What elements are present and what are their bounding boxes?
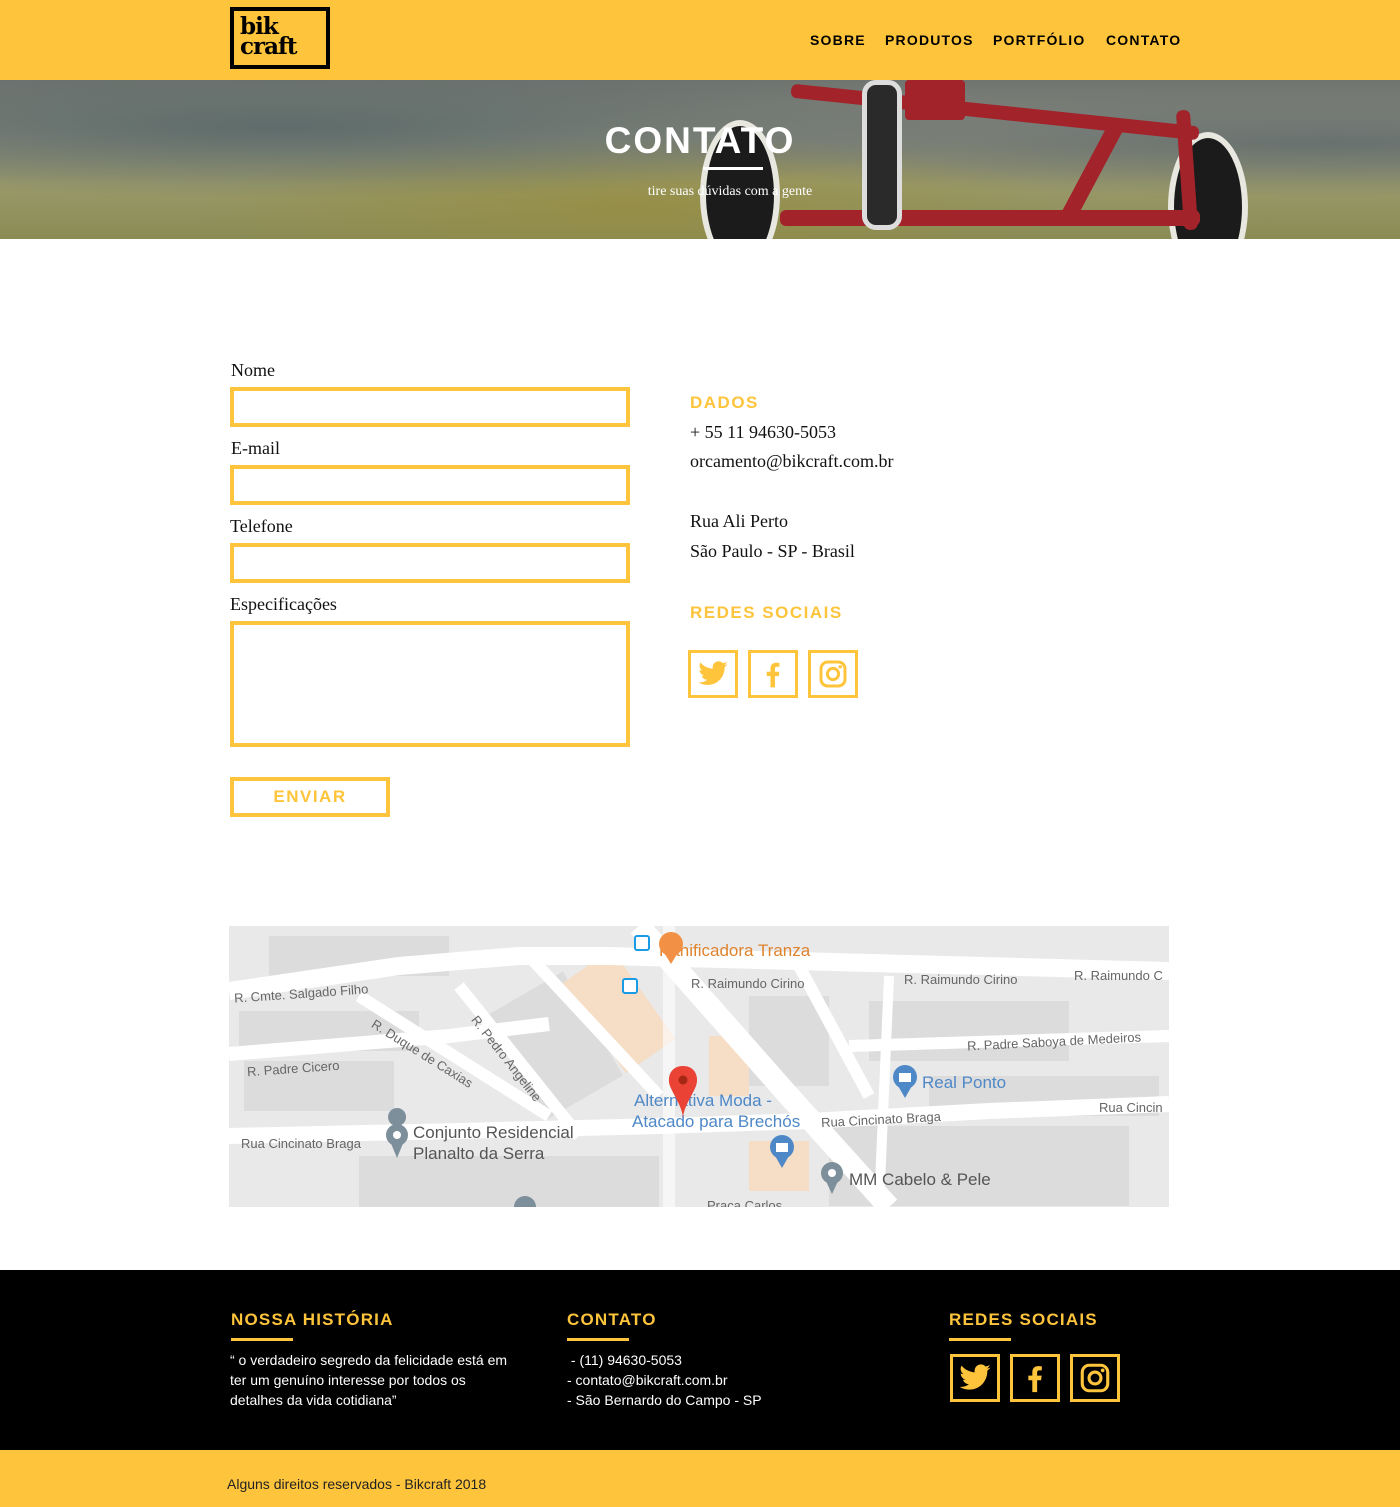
nav-portfolio[interactable]: PORTFÓLIO <box>993 32 1085 48</box>
page-title: CONTATO <box>604 120 796 161</box>
email-input[interactable] <box>230 465 630 505</box>
title-underline <box>703 167 763 170</box>
footer-twitter-link[interactable] <box>950 1354 1000 1402</box>
location-map[interactable]: Panificadora Tranza Alternativa Moda - A… <box>229 926 1169 1207</box>
footer-contact-phone: - (11) 94630-5053 <box>567 1352 682 1368</box>
nav-produtos[interactable]: PRODUTOS <box>885 32 974 48</box>
footer-instagram-link[interactable] <box>1070 1354 1120 1402</box>
tricycle-seat-post <box>905 80 965 120</box>
tricycle-step-bar <box>780 210 1200 226</box>
phone-label: Telefone <box>230 516 293 536</box>
nav-contato[interactable]: CONTATO <box>1106 32 1181 48</box>
footer-contact-underline <box>567 1338 629 1341</box>
page-subtitle: tire suas dúvidas com a gente <box>647 184 813 199</box>
spec-label: Especificações <box>230 594 337 614</box>
dados-heading: DADOS <box>690 393 759 412</box>
map-shopping-pin-icon <box>893 1065 917 1098</box>
twitter-link[interactable] <box>688 650 738 698</box>
map-grey-pin-icon <box>386 1108 408 1158</box>
footer-history-heading: NOSSA HISTÓRIA <box>231 1310 394 1329</box>
map-shopping-pin-icon-2 <box>770 1135 794 1168</box>
map-grey-pin-icon-2 <box>821 1162 843 1194</box>
footer-history-line1: “ o verdadeiro segredo da felicidade est… <box>230 1352 508 1368</box>
spec-textarea[interactable] <box>230 621 630 747</box>
footer-history-line3: detalhes da vida cotidiana” <box>230 1392 397 1408</box>
site-footer <box>0 1270 1400 1450</box>
contact-email: orcamento@bikcraft.com.br <box>690 451 894 471</box>
map-markers <box>386 932 917 1207</box>
copyright-bar <box>0 1450 1400 1507</box>
footer-contact-city: - São Bernardo do Campo - SP <box>567 1392 762 1408</box>
twitter-icon <box>959 1364 991 1390</box>
footer-history-underline <box>231 1338 293 1341</box>
map-location-pin-icon <box>668 1066 698 1119</box>
twitter-icon <box>698 661 728 685</box>
send-button[interactable]: ENVIAR <box>230 777 390 817</box>
facebook-icon <box>766 662 780 688</box>
address-line1: Rua Ali Perto <box>690 511 788 531</box>
name-input[interactable] <box>230 387 630 427</box>
email-label: E-mail <box>231 438 280 458</box>
copyright-text: Alguns direitos reservados - Bikcraft 20… <box>227 1476 487 1492</box>
site-header: bik craft SOBRE PRODUTOS PORTFÓLIO CONTA… <box>0 0 1400 80</box>
name-label: Nome <box>231 360 275 380</box>
footer-contact-heading: CONTATO <box>567 1310 657 1329</box>
facebook-link[interactable] <box>748 650 798 698</box>
footer-history-line2: ter um genuíno interesse por todos os <box>230 1372 466 1388</box>
address-line2: São Paulo - SP - Brasil <box>690 541 855 561</box>
logo-text-line2: craft <box>240 33 298 60</box>
footer-social-heading: REDES SOCIAIS <box>949 1310 1098 1329</box>
footer-social-underline <box>949 1338 1011 1341</box>
instagram-link[interactable] <box>808 650 858 698</box>
nav-sobre[interactable]: SOBRE <box>810 32 866 48</box>
phone-input[interactable] <box>230 543 630 583</box>
map-food-pin-icon <box>659 932 683 964</box>
instagram-icon <box>819 660 847 688</box>
social-heading: REDES SOCIAIS <box>690 603 843 622</box>
contact-phone: + 55 11 94630-5053 <box>690 422 836 442</box>
footer-facebook-link[interactable] <box>1010 1354 1060 1402</box>
map-bus-stop-icon <box>622 935 650 994</box>
instagram-icon <box>1080 1363 1110 1393</box>
facebook-icon <box>1028 1366 1042 1393</box>
bikcraft-logo[interactable]: bik craft <box>230 7 330 69</box>
footer-contact-email[interactable]: - contato@bikcraft.com.br <box>567 1370 728 1390</box>
